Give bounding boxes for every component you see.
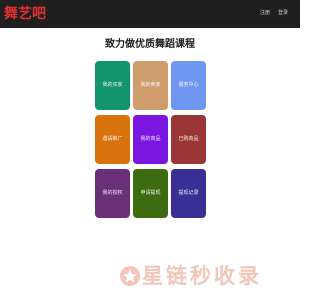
- tile-label: 我的授权: [102, 190, 123, 196]
- feature-grid: 我的买家 我的卖家 服务中心 邀请推广 我的商品 已购商品 我的授权 申请提现 …: [95, 61, 206, 218]
- tile-invite-promote[interactable]: 邀请推广: [95, 115, 130, 164]
- nav-links: 注册 登录: [260, 9, 288, 17]
- tile-purchased-products[interactable]: 已购商品: [171, 115, 206, 164]
- tile-my-products[interactable]: 我的商品: [133, 115, 168, 164]
- page-title: 致力做优质舞蹈课程: [105, 39, 195, 50]
- tile-label: 已购商品: [178, 136, 199, 142]
- watermark: 星链秒收录: [118, 262, 274, 292]
- tile-label: 邀请推广: [102, 136, 123, 142]
- tile-label: 服务中心: [178, 82, 199, 88]
- tile-my-authorizations[interactable]: 我的授权: [95, 169, 130, 218]
- tile-label: 提现记录: [178, 190, 199, 196]
- tile-service-center[interactable]: 服务中心: [171, 61, 206, 110]
- login-link[interactable]: 登录: [278, 9, 288, 17]
- tile-label: 我的商品: [140, 136, 161, 142]
- tile-apply-withdrawal[interactable]: 申请提现: [133, 169, 168, 218]
- site-logo[interactable]: 舞艺吧: [4, 5, 46, 23]
- star-link-icon: [120, 266, 140, 286]
- tile-label: 我的卖家: [140, 82, 161, 88]
- tile-label: 申请提现: [140, 190, 161, 196]
- tile-my-sellers[interactable]: 我的卖家: [133, 61, 168, 110]
- tile-my-buyers[interactable]: 我的买家: [95, 61, 130, 110]
- top-navbar: 舞艺吧 注册 登录: [0, 0, 300, 28]
- tile-label: 我的买家: [102, 82, 123, 88]
- watermark-text: 星链秒收录: [142, 264, 262, 288]
- page: 舞艺吧 注册 登录 致力做优质舞蹈课程 我的买家 我的卖家 服务中心 邀请推广 …: [0, 0, 300, 300]
- tile-withdrawal-records[interactable]: 提现记录: [171, 169, 206, 218]
- register-link[interactable]: 注册: [260, 9, 270, 17]
